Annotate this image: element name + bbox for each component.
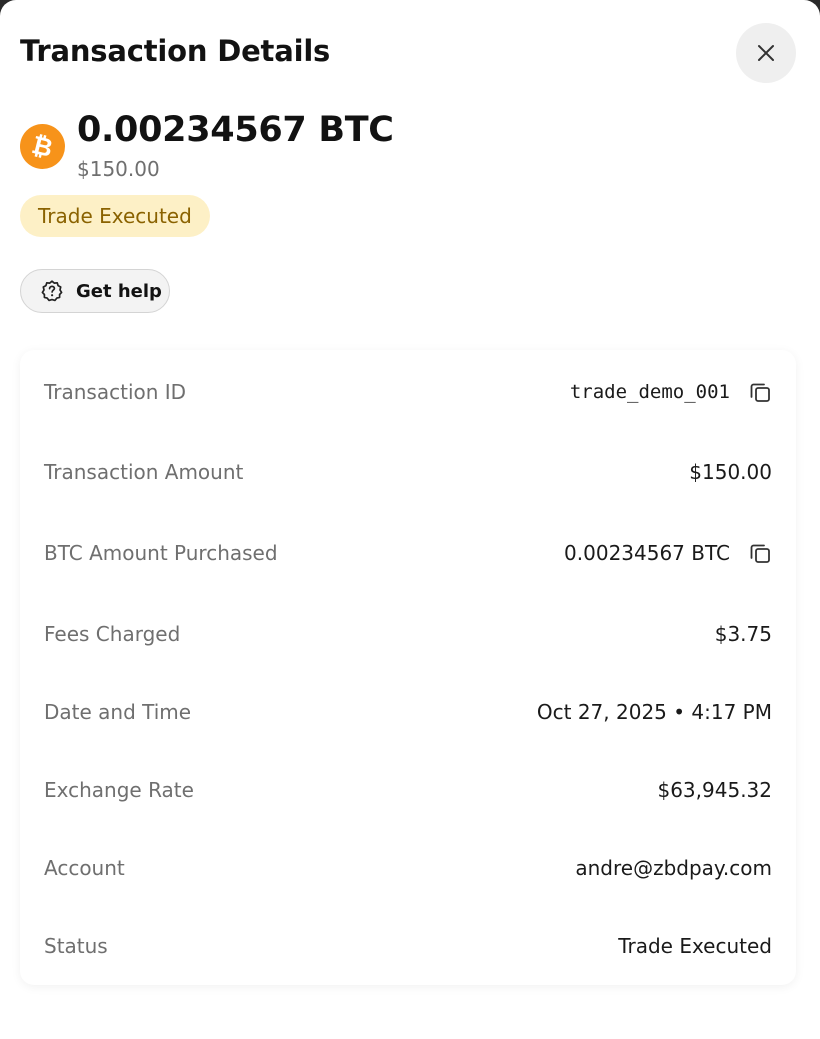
- detail-label: Exchange Rate: [44, 778, 194, 802]
- detail-value: $3.75: [714, 622, 772, 646]
- transaction-details-sheet: Transaction Details ₿ 0.00234567 BTC $15…: [0, 0, 820, 1039]
- copy-icon[interactable]: [748, 541, 772, 565]
- detail-value: andre@zbdpay.com: [575, 856, 772, 880]
- btc-amount: 0.00234567 BTC: [77, 110, 394, 150]
- detail-row-transaction-id: Transaction ID trade_demo_001: [20, 372, 796, 412]
- detail-label: Fees Charged: [44, 622, 181, 646]
- detail-value: Trade Executed: [618, 934, 772, 958]
- detail-value: $150.00: [689, 460, 772, 484]
- bitcoin-icon: ₿: [20, 124, 65, 169]
- copy-icon[interactable]: [748, 380, 772, 404]
- detail-row-exchange-rate: Exchange Rate $63,945.32: [20, 770, 796, 810]
- get-help-button[interactable]: Get help: [20, 269, 170, 313]
- detail-label: Transaction ID: [44, 380, 187, 404]
- status-badge: Trade Executed: [20, 195, 210, 237]
- detail-row-transaction-amount: Transaction Amount $150.00: [20, 452, 796, 492]
- detail-label: Account: [44, 856, 125, 880]
- detail-row-fees: Fees Charged $3.75: [20, 614, 796, 654]
- btc-amount-value: 0.00234567 BTC: [564, 541, 730, 565]
- detail-value: $63,945.32: [657, 778, 772, 802]
- detail-value: 0.00234567 BTC: [564, 541, 772, 565]
- detail-label: Status: [44, 934, 108, 958]
- get-help-label: Get help: [76, 280, 162, 302]
- transaction-id-value: trade_demo_001: [569, 381, 730, 403]
- fiat-amount: $150.00: [77, 157, 160, 181]
- bitcoin-symbol: ₿: [29, 129, 57, 163]
- detail-row-btc-amount: BTC Amount Purchased 0.00234567 BTC: [20, 533, 796, 573]
- detail-row-date-time: Date and Time Oct 27, 2025 • 4:17 PM: [20, 692, 796, 732]
- close-icon: [758, 45, 774, 61]
- detail-label: BTC Amount Purchased: [44, 541, 278, 565]
- detail-value: Oct 27, 2025 • 4:17 PM: [536, 700, 772, 724]
- detail-label: Transaction Amount: [44, 460, 244, 484]
- detail-label: Date and Time: [44, 700, 192, 724]
- page-title: Transaction Details: [20, 34, 331, 68]
- details-card: Transaction ID trade_demo_001 Transactio…: [20, 350, 796, 985]
- help-badge-icon: [41, 280, 63, 302]
- close-button[interactable]: [736, 23, 796, 83]
- detail-value: trade_demo_001: [570, 380, 772, 404]
- detail-row-account: Account andre@zbdpay.com: [20, 848, 796, 888]
- detail-row-status: Status Trade Executed: [20, 926, 796, 966]
